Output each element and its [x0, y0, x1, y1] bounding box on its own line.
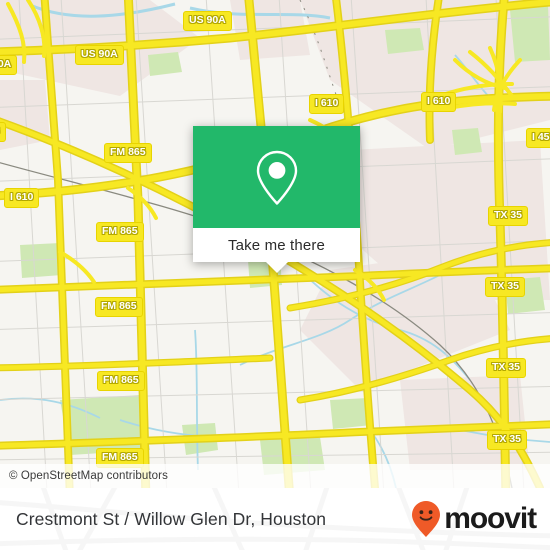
footer-content: Crestmont St / Willow Glen Dr, Houston m…	[0, 488, 550, 550]
popup-action-bar[interactable]: Take me there	[193, 228, 360, 262]
road-shield: TX 35	[485, 277, 526, 297]
take-me-there-label: Take me there	[228, 236, 325, 254]
popup-tail-pointer	[265, 262, 288, 273]
map-pin-icon	[256, 150, 297, 205]
road-shield: TX 35	[488, 206, 529, 226]
popup-icon-panel	[193, 126, 360, 228]
page-footer: Crestmont St / Willow Glen Dr, Houston m…	[0, 488, 550, 550]
road-shield: US 90A	[183, 11, 232, 31]
map-attribution: © OpenStreetMap contributors	[0, 464, 550, 488]
road-shield: I 45	[526, 128, 550, 148]
road-shield: US 90A	[75, 45, 124, 65]
moovit-smiley-pin-icon	[412, 501, 441, 537]
road-shield: FM 865	[96, 222, 144, 242]
moovit-wordmark: moovit	[444, 502, 537, 535]
road-shield: FM 865	[97, 371, 145, 391]
road-shield: 8	[0, 122, 6, 142]
road-shield: FM 865	[95, 297, 143, 317]
road-shield: FM 865	[104, 143, 152, 163]
road-shield: TX 35	[487, 430, 528, 450]
moovit-station-map-page: US 90A US 90A 90A I 610 I 610 I 610 I 45…	[0, 0, 550, 550]
road-shield: 90A	[0, 55, 18, 75]
road-shield: TX 35	[486, 358, 527, 378]
attribution-text: © OpenStreetMap contributors	[9, 470, 168, 482]
road-shield: I 610	[309, 94, 345, 114]
road-shield: I 610	[421, 92, 457, 112]
station-popup-card[interactable]: Take me there	[193, 126, 360, 273]
station-title: Crestmont St / Willow Glen Dr, Houston	[16, 508, 327, 529]
road-shield: I 610	[4, 188, 40, 208]
moovit-logo[interactable]: moovit	[411, 500, 537, 538]
